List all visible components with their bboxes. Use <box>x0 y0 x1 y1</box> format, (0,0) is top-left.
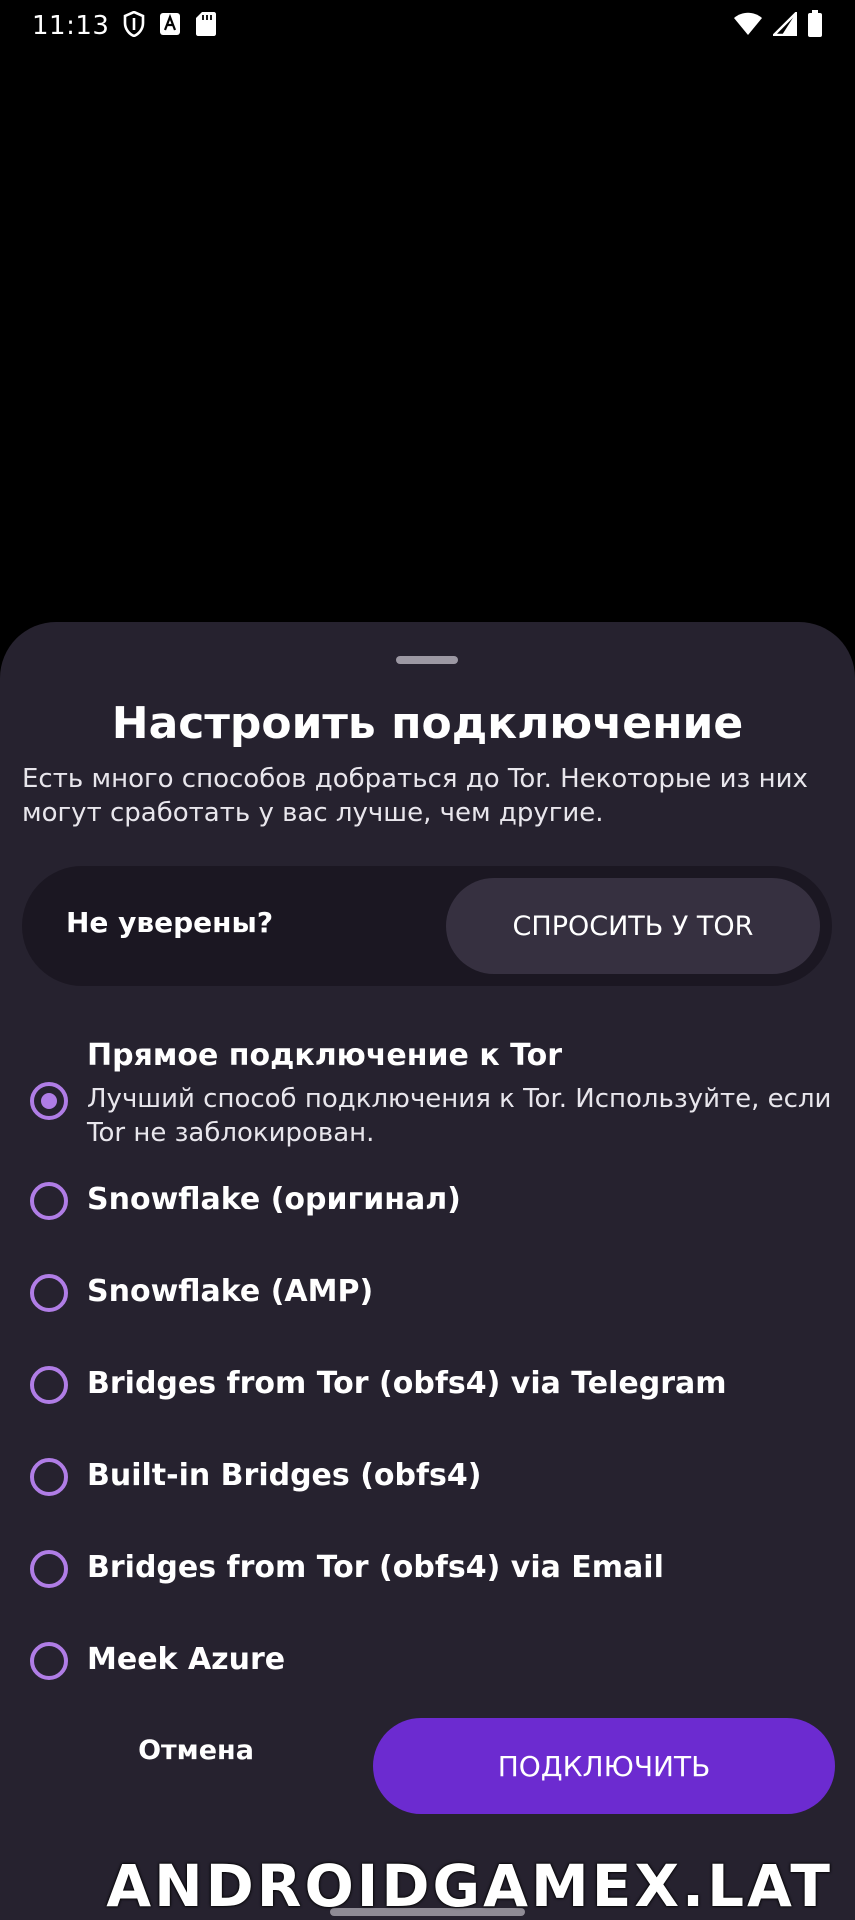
shield-icon <box>123 10 145 42</box>
battery-icon <box>807 9 823 43</box>
status-bar: 11:13 <box>0 0 855 52</box>
status-time: 11:13 <box>32 11 110 41</box>
status-left: 11:13 <box>32 10 217 42</box>
option-title: Meek Azure <box>87 1642 286 1677</box>
drag-handle[interactable] <box>396 656 458 664</box>
connect-button[interactable]: ПОДКЛЮЧИТЬ <box>373 1718 835 1814</box>
option-snowflake-amp[interactable]: Snowflake (AMP) <box>30 1274 830 1324</box>
cancel-button[interactable]: Отмена <box>96 1720 296 1780</box>
radio-button[interactable] <box>30 1550 68 1588</box>
option-bridges-email[interactable]: Bridges from Tor (obfs4) via Email <box>30 1550 830 1600</box>
option-bridges-telegram[interactable]: Bridges from Tor (obfs4) via Telegram <box>30 1366 830 1416</box>
not-sure-label: Не уверены? <box>66 906 274 939</box>
sheet-description: Есть много способов добраться до Tor. Не… <box>22 764 808 828</box>
radio-button[interactable] <box>30 1642 68 1680</box>
ask-tor-box: Не уверены? СПРОСИТЬ У TOR <box>22 866 832 986</box>
radio-button[interactable] <box>30 1274 68 1312</box>
wifi-icon <box>733 12 763 41</box>
option-direct-tor[interactable]: Прямое подключение к Tor Лучший способ п… <box>30 1038 831 1148</box>
radio-button[interactable] <box>30 1182 68 1220</box>
radio-button[interactable] <box>30 1458 68 1496</box>
ask-tor-button[interactable]: СПРОСИТЬ У TOR <box>446 878 820 974</box>
option-title: Bridges from Tor (obfs4) via Email <box>87 1550 664 1585</box>
sheet-title: Настроить подключение <box>111 698 744 749</box>
radio-button-selected[interactable] <box>30 1082 68 1120</box>
font-a-icon <box>159 12 181 41</box>
cellular-signal-icon <box>771 9 798 41</box>
option-title: Built-in Bridges (obfs4) <box>87 1458 482 1493</box>
watermark-text: ANDROIDGAMEX.LAT <box>106 1852 833 1920</box>
option-title: Snowflake (оригинал) <box>87 1182 461 1217</box>
radio-button[interactable] <box>30 1366 68 1404</box>
option-subtitle: Лучший способ подключения к Tor. Использ… <box>87 1084 832 1148</box>
option-title: Прямое подключение к Tor <box>87 1038 563 1073</box>
option-snowflake-original[interactable]: Snowflake (оригинал) <box>30 1182 830 1232</box>
option-meek-azure[interactable]: Meek Azure <box>30 1642 830 1692</box>
option-title: Snowflake (AMP) <box>87 1274 374 1309</box>
connection-bottom-sheet: Настроить подключение Есть много способо… <box>0 622 855 1920</box>
sd-card-icon <box>195 11 217 42</box>
option-builtin-bridges[interactable]: Built-in Bridges (obfs4) <box>30 1458 830 1508</box>
status-right <box>733 9 823 43</box>
option-title: Bridges from Tor (obfs4) via Telegram <box>87 1366 727 1401</box>
